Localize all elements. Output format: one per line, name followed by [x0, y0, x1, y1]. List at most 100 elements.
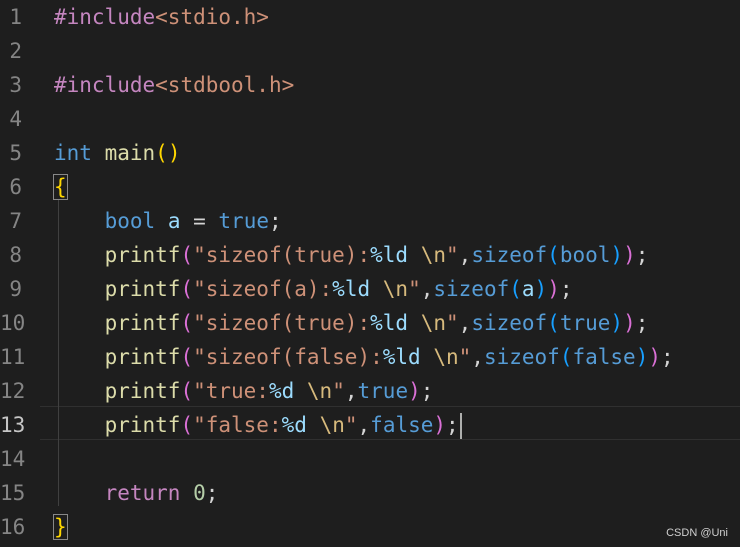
code-token: " [344, 413, 358, 437]
code-token: ; [420, 379, 434, 403]
line-number: 8 [9, 243, 22, 267]
code-line[interactable]: printf("true:%d \n",true); [54, 374, 434, 408]
line-number: 11 [0, 345, 26, 369]
code-token: \n [306, 379, 333, 403]
code-token: %d [268, 379, 295, 403]
line-number: 10 [0, 311, 26, 335]
code-token: <stdio.h> [155, 5, 269, 29]
code-token: { [53, 174, 68, 200]
code-token: \n [382, 277, 409, 301]
code-token: ( [180, 379, 194, 403]
line-number: 4 [9, 107, 22, 131]
code-token: "false: [193, 413, 282, 437]
code-token: ) [408, 379, 421, 403]
code-token: ; [661, 345, 674, 369]
code-line[interactable]: } [53, 510, 68, 544]
code-token: \n [319, 413, 345, 437]
code-token: " [332, 379, 345, 403]
line-number: 14 [0, 447, 26, 471]
code-token: printf [104, 311, 181, 335]
code-token: printf [104, 277, 181, 301]
code-token: "sizeof(true): [193, 311, 371, 335]
text-cursor [459, 413, 462, 439]
line-number: 3 [9, 73, 22, 97]
code-token: \n [433, 345, 459, 369]
code-token: "sizeof(false): [193, 345, 383, 369]
code-token: "sizeof(true): [193, 243, 371, 267]
code-line[interactable]: printf("sizeof(false):%ld \n",sizeof(fal… [54, 340, 674, 374]
code-token: , [458, 311, 472, 335]
code-token: printf [104, 379, 181, 403]
code-token: printf [104, 413, 181, 437]
code-line[interactable]: printf("sizeof(a):%ld \n",sizeof(a)); [54, 272, 573, 306]
code-token: ( [547, 311, 560, 335]
code-token: \n [420, 311, 446, 335]
code-token: ) [610, 311, 624, 335]
code-line[interactable]: #include<stdbool.h> [54, 68, 294, 102]
code-token: ( [509, 277, 522, 301]
code-token: <stdbool.h> [155, 73, 295, 97]
line-number: 9 [9, 277, 22, 301]
code-token: printf [104, 345, 181, 369]
code-token: "sizeof(a): [193, 277, 333, 301]
line-number: 2 [9, 39, 22, 63]
code-token: " [446, 311, 459, 335]
code-token: ; [559, 277, 573, 301]
code-token: " [458, 345, 472, 369]
code-token: ) [610, 243, 624, 267]
code-token: sizeof [433, 277, 510, 301]
code-token: ) [547, 277, 560, 301]
code-line[interactable]: printf("sizeof(true):%ld \n",sizeof(true… [54, 306, 649, 340]
code-line[interactable]: printf("sizeof(true):%ld \n",sizeof(bool… [54, 238, 649, 272]
code-line[interactable]: printf("false:%d \n",false); [54, 408, 462, 442]
code-token: false [572, 345, 636, 369]
code-token: int [54, 141, 92, 165]
code-token: "true: [193, 379, 269, 403]
code-token: , [357, 413, 371, 437]
code-token: ; [635, 311, 649, 335]
line-number: 13 [0, 413, 26, 437]
code-token: %ld [382, 345, 421, 369]
code-token: ) [623, 311, 636, 335]
code-token: true [357, 379, 409, 403]
code-token: ( [559, 345, 573, 369]
code-token: printf [104, 243, 181, 267]
code-token: , [420, 277, 434, 301]
code-token: #include [54, 5, 156, 29]
code-token: bool [559, 243, 611, 267]
code-line[interactable]: { [53, 170, 68, 204]
code-token: ) [623, 243, 636, 267]
code-token: sizeof [471, 243, 548, 267]
code-line[interactable]: int main() [54, 136, 180, 170]
code-token: ( [180, 277, 194, 301]
code-token: bool [104, 209, 156, 233]
code-editor[interactable]: 1 2 3 4 5 6 7 8 9 10 11 12 13 14 15 16 #include<stdio.h… [0, 0, 740, 547]
code-token: } [53, 514, 68, 540]
code-token: () [155, 141, 181, 165]
code-line[interactable]: #include<stdio.h> [54, 0, 269, 34]
code-token: \n [420, 243, 446, 267]
code-token: ) [635, 345, 649, 369]
code-token: ; [268, 209, 282, 233]
code-token: " [446, 243, 459, 267]
code-token: " [408, 277, 421, 301]
code-token: sizeof [483, 345, 560, 369]
code-token: return [104, 481, 181, 505]
code-token: ( [180, 311, 194, 335]
code-line[interactable]: return 0; [54, 476, 219, 510]
code-line[interactable]: bool a = true; [54, 204, 282, 238]
code-token: ( [180, 345, 194, 369]
code-token: ( [547, 243, 560, 267]
